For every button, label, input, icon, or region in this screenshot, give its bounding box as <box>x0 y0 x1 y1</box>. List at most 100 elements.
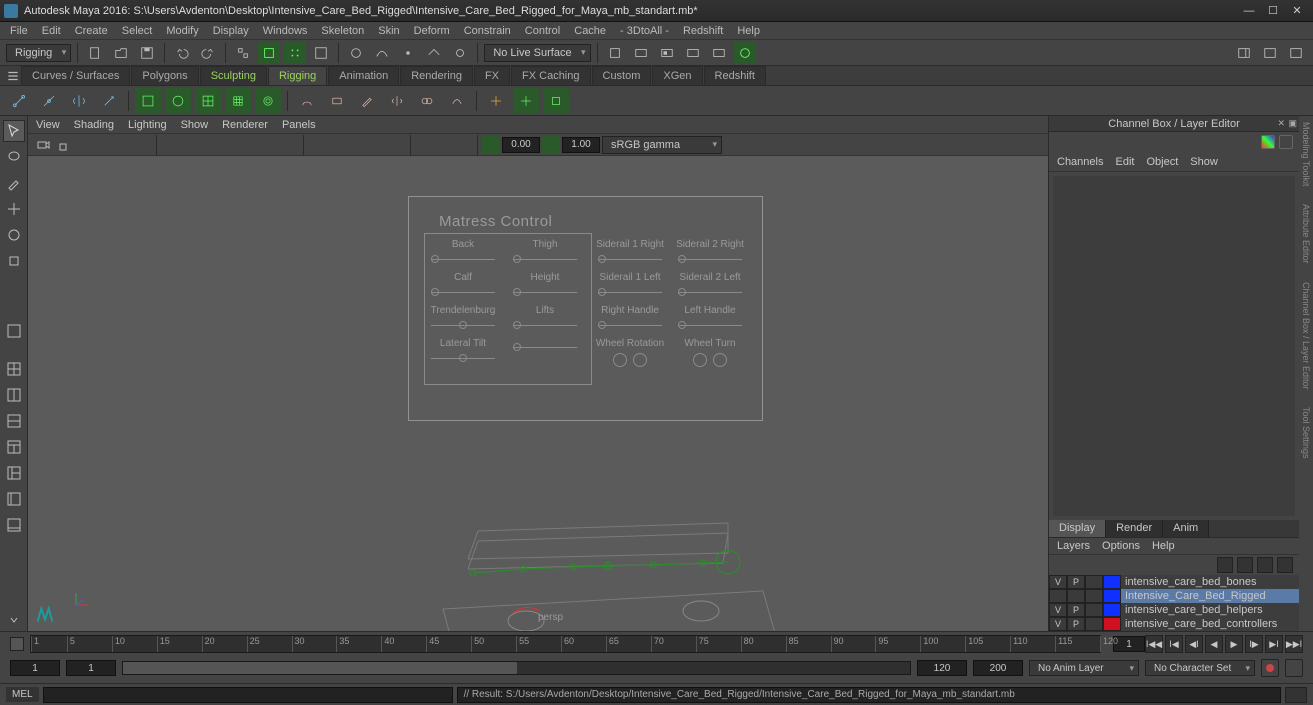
menu-skin[interactable]: Skin <box>372 25 405 37</box>
safe-title-icon[interactable] <box>281 136 299 154</box>
move-layer-up-icon[interactable] <box>1217 557 1233 573</box>
two-side-icon[interactable] <box>3 384 25 406</box>
control-wheel-turn[interactable]: Wheel Turn <box>674 338 746 367</box>
resolution-gate-icon[interactable] <box>201 136 219 154</box>
step-fwd-icon[interactable]: I▶ <box>1245 635 1263 653</box>
go-end-icon[interactable]: ▶▶I <box>1285 635 1303 653</box>
play-back-icon[interactable]: ◀ <box>1205 635 1223 653</box>
isolate-select-icon[interactable] <box>415 136 433 154</box>
layer-visibility-toggle[interactable]: V <box>1049 603 1067 617</box>
layer-type-toggle[interactable] <box>1085 589 1103 603</box>
rotate-tool-icon[interactable] <box>3 224 25 246</box>
sidebar-toggle-1-icon[interactable] <box>1233 42 1255 64</box>
move-layer-down-icon[interactable] <box>1237 557 1253 573</box>
layer-type-toggle[interactable] <box>1085 603 1103 617</box>
menu-file[interactable]: File <box>4 25 34 37</box>
tab-channel-box[interactable]: Channel Box / Layer Editor <box>1301 282 1311 390</box>
new-empty-layer-icon[interactable] <box>1257 557 1273 573</box>
control-siderail-2-right[interactable]: Siderail 2 Right <box>674 239 746 264</box>
two-stack-icon[interactable] <box>3 410 25 432</box>
panel-menu-lighting[interactable]: Lighting <box>128 119 167 131</box>
exposure-icon[interactable] <box>482 136 500 154</box>
control-siderail-2-left[interactable]: Siderail 2 Left <box>674 272 746 297</box>
grease-pencil-icon[interactable] <box>134 136 152 154</box>
gamma-field[interactable]: 1.00 <box>562 137 600 153</box>
ik-spline-icon[interactable] <box>165 88 191 114</box>
control-trendelenburg[interactable]: Trendelenburg <box>427 305 499 330</box>
control-empty[interactable] <box>509 338 581 352</box>
step-back-icon[interactable]: ◀I <box>1185 635 1203 653</box>
new-layer-selected-icon[interactable] <box>1277 557 1293 573</box>
snap-point-icon[interactable] <box>397 42 419 64</box>
redo-icon[interactable] <box>197 42 219 64</box>
slider-track[interactable] <box>513 342 577 352</box>
menu-3dtoall[interactable]: - 3DtoAll - <box>614 25 675 37</box>
live-surface-dropdown[interactable]: No Live Surface <box>484 44 590 62</box>
auto-key-icon[interactable] <box>1261 659 1279 677</box>
sidebar-toggle-2-icon[interactable] <box>1259 42 1281 64</box>
layer-playback-toggle[interactable]: P <box>1067 575 1085 589</box>
lasso-tool-icon[interactable] <box>3 146 25 168</box>
menu-select[interactable]: Select <box>116 25 159 37</box>
script-lang-label[interactable]: MEL <box>6 687 39 702</box>
slider-track[interactable] <box>431 287 495 297</box>
slider-track[interactable] <box>598 320 662 330</box>
maya-home-icon[interactable] <box>34 603 56 625</box>
new-scene-icon[interactable] <box>84 42 106 64</box>
use-lights-icon[interactable] <box>368 136 386 154</box>
sound-toggle-icon[interactable] <box>10 637 24 651</box>
layer-color-swatch[interactable] <box>1103 589 1121 603</box>
menu-modify[interactable]: Modify <box>160 25 204 37</box>
render-globals-icon[interactable] <box>682 42 704 64</box>
slider-track[interactable] <box>513 287 577 297</box>
close-button[interactable]: ✕ <box>1285 3 1309 19</box>
command-input[interactable] <box>43 687 453 703</box>
panel-menu-shading[interactable]: Shading <box>74 119 114 131</box>
go-start-icon[interactable]: I◀◀ <box>1145 635 1163 653</box>
slider-track[interactable] <box>598 254 662 264</box>
range-start-field[interactable]: 1 <box>10 660 60 676</box>
undo-icon[interactable] <box>171 42 193 64</box>
cb-menu-edit[interactable]: Edit <box>1115 156 1134 168</box>
minimize-button[interactable]: — <box>1237 3 1261 19</box>
exposure-field[interactable]: 0.00 <box>502 137 540 153</box>
slider-track[interactable] <box>431 353 495 363</box>
snap-plane-icon[interactable] <box>423 42 445 64</box>
sidebar-toggle-3-icon[interactable] <box>1285 42 1307 64</box>
menu-help[interactable]: Help <box>731 25 766 37</box>
single-pane-icon[interactable] <box>3 320 25 342</box>
cluster-icon[interactable] <box>195 88 221 114</box>
layer-visibility-toggle[interactable]: V <box>1049 575 1067 589</box>
grapheditor-layout-icon[interactable] <box>3 514 25 536</box>
slider-track[interactable] <box>513 320 577 330</box>
layer-visibility-toggle[interactable]: V <box>1049 617 1067 631</box>
shelf-tab-sculpting[interactable]: Sculpting <box>200 66 267 85</box>
shelf-tab-polygons[interactable]: Polygons <box>131 66 198 85</box>
menu-constrain[interactable]: Constrain <box>458 25 517 37</box>
control-lateral-tilt[interactable]: Lateral Tilt <box>427 338 499 363</box>
orient-joint-icon[interactable] <box>96 88 122 114</box>
scale-tool-icon[interactable] <box>3 250 25 272</box>
tab-attribute-editor[interactable]: Attribute Editor <box>1301 204 1311 264</box>
gamma-icon[interactable] <box>542 136 560 154</box>
layer-visibility-toggle[interactable] <box>1049 589 1067 603</box>
control-lifts[interactable]: Lifts <box>509 305 581 330</box>
shelf-tab-custom[interactable]: Custom <box>592 66 652 85</box>
bind-skin-icon[interactable] <box>294 88 320 114</box>
layer-tab-render[interactable]: Render <box>1106 520 1163 537</box>
lattice-icon[interactable] <box>225 88 251 114</box>
layer-color-swatch[interactable] <box>1103 603 1121 617</box>
panel-menu-panels[interactable]: Panels <box>282 119 316 131</box>
xray-joints-icon[interactable] <box>455 136 473 154</box>
image-plane-icon[interactable] <box>94 136 112 154</box>
menu-edit[interactable]: Edit <box>36 25 67 37</box>
cb-menu-channels[interactable]: Channels <box>1057 156 1103 168</box>
point-constraint-icon[interactable] <box>513 88 539 114</box>
time-slider[interactable]: 1510152025303540455055606570758085909510… <box>30 635 1101 653</box>
shelf-tab-fxcaching[interactable]: FX Caching <box>511 66 590 85</box>
joint-tool-icon[interactable] <box>6 88 32 114</box>
step-back-key-icon[interactable]: I◀ <box>1165 635 1183 653</box>
wireframe-icon[interactable] <box>308 136 326 154</box>
snap-grid-icon[interactable] <box>345 42 367 64</box>
three-top-icon[interactable] <box>3 436 25 458</box>
